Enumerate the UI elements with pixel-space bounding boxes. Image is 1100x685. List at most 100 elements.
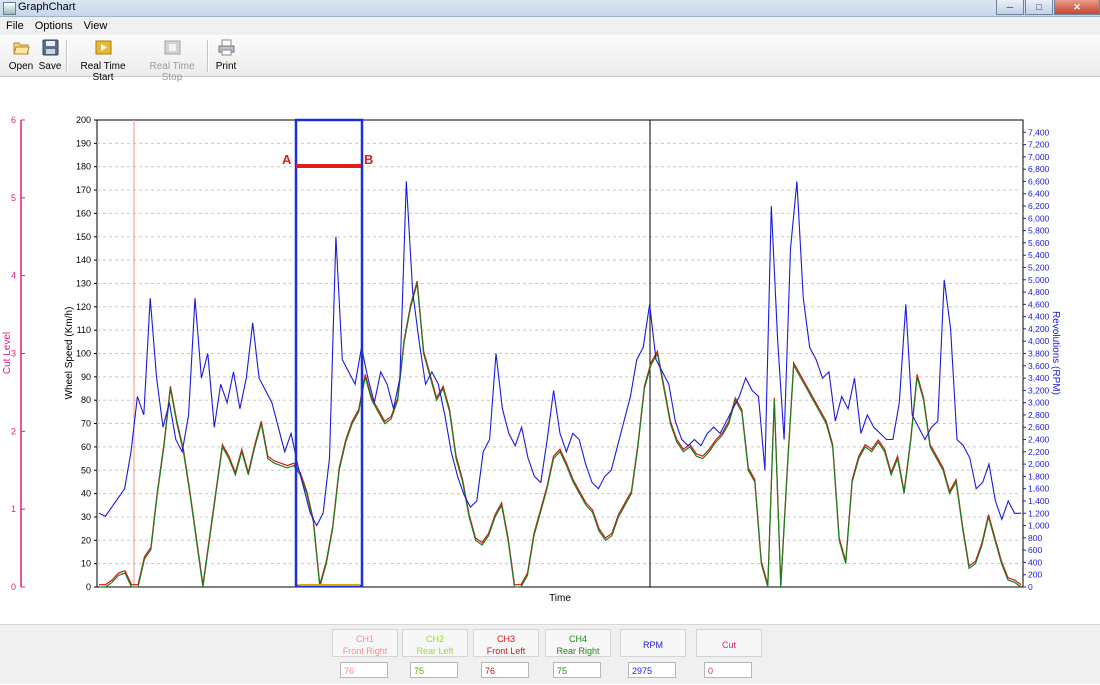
channel-card: CH3 Front Left: [473, 629, 539, 657]
speed-tick-label: 90: [81, 372, 91, 382]
rpm-tick-label: 4,200: [1028, 324, 1050, 334]
speed-tick-label: 80: [81, 395, 91, 405]
speed-tick-label: 130: [76, 278, 91, 288]
channel-code: Cut: [721, 640, 736, 650]
maximize-icon: □: [1036, 2, 1042, 12]
toolbar: Open Save Real Time Start Real Time Stop…: [0, 36, 1100, 83]
rpm-tick-label: 4,400: [1028, 312, 1050, 322]
title-bar: GraphChart ─ □ ✕: [0, 0, 1100, 17]
rpm-tick-label: 6,200: [1028, 201, 1050, 211]
rpm-tick-label: 3,400: [1028, 373, 1050, 383]
cut-tick-label: 1: [11, 504, 16, 514]
channel-cut: Cut 0: [696, 629, 762, 685]
rpm-tick-label: 1,800: [1028, 471, 1050, 481]
channel-ch2: CH2 Rear Left 75: [402, 629, 468, 685]
rpm-axis-label: Revolutions (RPM): [1050, 311, 1061, 395]
rpm-tick-label: 2,400: [1028, 435, 1050, 445]
toolbar-separator: [66, 40, 68, 72]
print-label: Print: [215, 61, 237, 72]
app-icon: [3, 2, 16, 15]
window-title: GraphChart: [18, 1, 76, 13]
rpm-tick-label: 3,200: [1028, 385, 1050, 395]
channel-value-field[interactable]: 0: [704, 662, 752, 678]
time-axis-label: Time: [549, 593, 571, 604]
save-button[interactable]: Save: [38, 39, 62, 72]
channel-code: CH2: [425, 634, 444, 644]
cut-tick-label: 6: [11, 115, 16, 125]
channel-value-field[interactable]: 75: [553, 662, 601, 678]
rpm-tick-label: 6,800: [1028, 164, 1050, 174]
speed-tick-label: 100: [76, 349, 91, 359]
channel-value-field[interactable]: 75: [410, 662, 458, 678]
speed-tick-label: 120: [76, 302, 91, 312]
channel-card: RPM: [620, 629, 686, 657]
rpm-tick-label: 7,400: [1028, 127, 1050, 137]
channel-ch4: CH4 Rear Right 75: [545, 629, 611, 685]
speed-tick-label: 0: [86, 582, 91, 592]
cut-tick-label: 2: [11, 426, 16, 436]
menu-bar: File Options View: [0, 17, 1100, 35]
channel-value-field[interactable]: 2975: [628, 662, 676, 678]
menu-file[interactable]: File: [0, 20, 29, 32]
speed-tick-label: 50: [81, 465, 91, 475]
channel-ch3: CH3 Front Left 76: [473, 629, 539, 685]
rpm-tick-label: 400: [1028, 557, 1042, 567]
menu-options[interactable]: Options: [29, 20, 78, 32]
folder-open-icon: [12, 42, 30, 55]
rpm-tick-label: 1,400: [1028, 496, 1050, 506]
rpm-tick-label: 0: [1028, 582, 1033, 592]
wheel-speed-axis-label: Wheel Speed (Km/h): [64, 307, 75, 400]
cut-tick-label: 4: [11, 271, 16, 281]
channel-name: Rear Left: [416, 646, 454, 656]
print-button[interactable]: Print: [213, 39, 239, 72]
rpm-tick-label: 1,000: [1028, 521, 1050, 531]
graph-chart[interactable]: 0123456 Cut Level 0102030405060708090100…: [0, 80, 1100, 610]
speed-tick-label: 70: [81, 419, 91, 429]
printer-icon: [218, 39, 234, 56]
rpm-tick-label: 4,800: [1028, 287, 1050, 297]
channel-code: RPM: [643, 640, 663, 650]
rpm-tick-label: 7,000: [1028, 152, 1050, 162]
rpm-tick-label: 7,200: [1028, 140, 1050, 150]
speed-tick-label: 160: [76, 208, 91, 218]
rpm-tick-label: 4,000: [1028, 336, 1050, 346]
minimize-button[interactable]: ─: [996, 0, 1024, 15]
channel-card: CH1 Front Right: [332, 629, 398, 657]
rpm-tick-label: 3,000: [1028, 398, 1050, 408]
cut-level-axis-label: Cut Level: [2, 332, 13, 374]
real-time-stop-button[interactable]: Real Time Stop: [140, 39, 204, 83]
open-button[interactable]: Open: [6, 39, 36, 72]
speed-tick-label: 10: [81, 559, 91, 569]
menu-view[interactable]: View: [78, 20, 113, 32]
close-button[interactable]: ✕: [1054, 0, 1100, 15]
close-icon: ✕: [1073, 1, 1081, 12]
rpm-tick-label: 600: [1028, 545, 1042, 555]
rpm-tick-label: 5,200: [1028, 262, 1050, 272]
channel-code: CH3: [496, 634, 515, 644]
speed-tick-label: 110: [77, 325, 91, 335]
channel-name: Front Left: [486, 646, 526, 656]
channel-name: Rear Right: [556, 646, 600, 656]
save-label: Save: [38, 61, 62, 72]
toolbar-separator: [207, 40, 209, 72]
rpm-tick-label: 6,600: [1028, 176, 1050, 186]
real-time-start-button[interactable]: Real Time Start: [70, 39, 136, 83]
rpm-tick-label: 5,600: [1028, 238, 1050, 248]
rpm-tick-label: 5,800: [1028, 226, 1050, 236]
rpm-tick-label: 2,000: [1028, 459, 1050, 469]
speed-tick-label: 140: [76, 255, 91, 265]
cut-tick-label: 5: [11, 193, 16, 203]
maximize-button[interactable]: □: [1025, 0, 1053, 15]
speed-tick-label: 180: [76, 162, 91, 172]
channel-value-field[interactable]: 76: [340, 662, 388, 678]
open-label: Open: [8, 61, 34, 72]
speed-tick-label: 190: [76, 138, 91, 148]
rpm-tick-label: 3,800: [1028, 349, 1050, 359]
channel-rpm: RPM 2975: [620, 629, 686, 685]
rpm-tick-label: 800: [1028, 533, 1042, 543]
channel-code: CH1: [355, 634, 374, 644]
channel-value-field[interactable]: 76: [481, 662, 529, 678]
rpm-tick-label: 5,000: [1028, 275, 1050, 285]
channel-card: Cut: [696, 629, 762, 657]
speed-tick-label: 30: [81, 512, 91, 522]
